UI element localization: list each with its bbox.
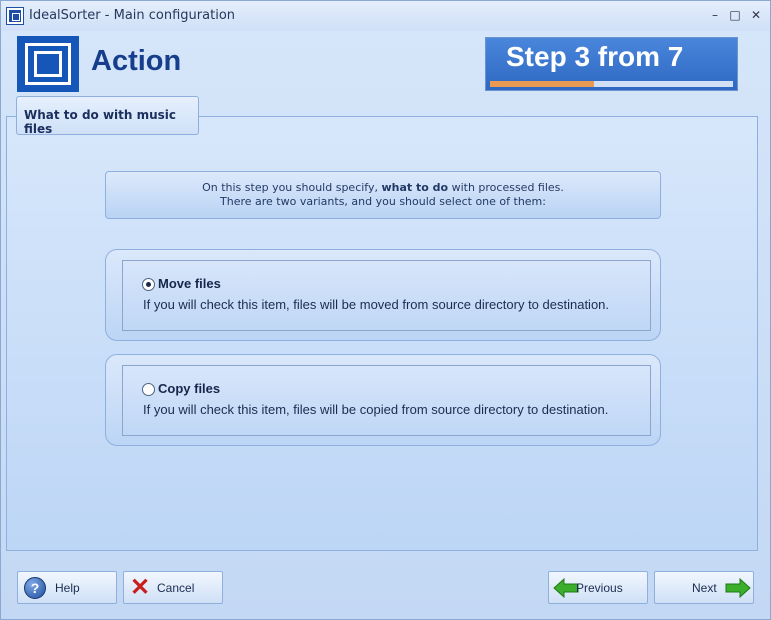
maximize-button[interactable]: □ (727, 7, 743, 23)
next-button-label: Next (692, 581, 717, 595)
copy-files-description: If you will check this item, files will … (143, 402, 609, 417)
copy-files-radio[interactable] (142, 383, 155, 396)
help-button[interactable]: ? Help (17, 571, 117, 604)
help-icon: ? (24, 577, 46, 599)
cancel-x-icon: ✕ (130, 574, 151, 601)
window-title: IdealSorter - Main configuration (29, 8, 236, 23)
app-logo-icon (6, 7, 24, 25)
instruction-line-2: There are two variants, and you should s… (220, 195, 546, 208)
main-configuration-window: IdealSorter - Main configuration – □ ✕ A… (0, 0, 771, 620)
step-progress-fill (490, 81, 595, 87)
copy-files-label[interactable]: Copy files (158, 381, 220, 396)
close-button[interactable]: ✕ (748, 7, 764, 23)
arrow-right-icon (725, 578, 751, 598)
copy-files-card: Copy files If you will check this item, … (105, 354, 661, 446)
instruction-box: On this step you should specify, what to… (105, 171, 661, 219)
action-logo-icon (17, 36, 79, 92)
instruction-line-1: On this step you should specify, what to… (202, 181, 564, 194)
cancel-button-label: Cancel (157, 581, 195, 595)
previous-button-label: Previous (576, 581, 623, 595)
minimize-button[interactable]: – (707, 7, 723, 23)
move-files-card: Move files If you will check this item, … (105, 249, 661, 341)
next-button[interactable]: Next (654, 571, 754, 604)
step-indicator: Step 3 from 7 (485, 37, 738, 91)
move-files-label[interactable]: Move files (158, 276, 221, 291)
page-title: Action (91, 45, 182, 77)
tab-label: What to do with music files (24, 108, 177, 136)
step-progress-bar (490, 81, 733, 87)
title-bar[interactable]: IdealSorter - Main configuration – □ ✕ (1, 1, 770, 31)
step-text: Step 3 from 7 (506, 41, 684, 72)
move-files-option[interactable]: Move files If you will check this item, … (122, 260, 651, 331)
cancel-button[interactable]: ✕ Cancel (123, 571, 223, 604)
move-files-radio[interactable] (142, 278, 155, 291)
help-button-label: Help (55, 581, 80, 595)
tab-music-files[interactable]: What to do with music files (16, 96, 199, 136)
move-files-description: If you will check this item, files will … (143, 297, 610, 312)
previous-button[interactable]: Previous (548, 571, 648, 604)
copy-files-option[interactable]: Copy files If you will check this item, … (122, 365, 651, 436)
wizard-header: Action Step 3 from 7 (1, 31, 770, 97)
